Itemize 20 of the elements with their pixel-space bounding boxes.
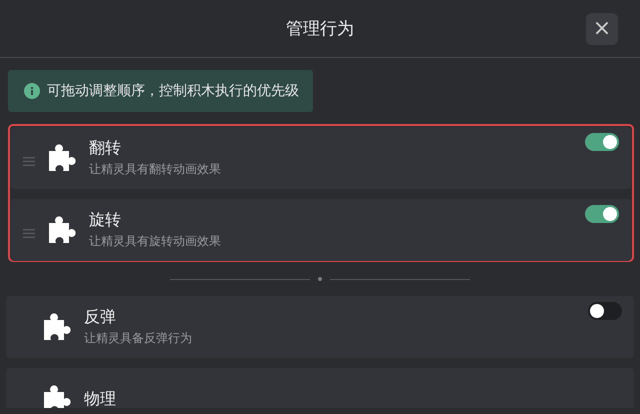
behavior-description: 让精灵具有旋转动画效果 (89, 233, 221, 250)
puzzle-icon (47, 143, 77, 173)
info-icon (24, 83, 40, 99)
behavior-title: 反弹 (84, 307, 116, 328)
drag-handle-icon[interactable] (23, 157, 35, 166)
behavior-title: 翻转 (89, 138, 121, 159)
toggle-switch[interactable] (585, 133, 619, 151)
info-text: 可拖动调整顺序，控制积木执行的优先级 (47, 82, 299, 100)
puzzle-icon (42, 312, 72, 342)
behavior-title: 旋转 (89, 210, 121, 231)
puzzle-icon (42, 384, 72, 408)
toggle-switch[interactable] (585, 205, 619, 223)
drag-handle-icon[interactable] (23, 229, 35, 238)
dialog-title: 管理行为 (286, 18, 354, 40)
behavior-description: 让精灵具有翻转动画效果 (89, 161, 221, 178)
toggle-switch[interactable] (588, 302, 622, 320)
close-button[interactable]: × (586, 13, 618, 45)
behavior-description: 让精灵具备反弹行为 (84, 330, 192, 347)
behavior-title: 物理 (84, 388, 116, 408)
puzzle-icon (47, 215, 77, 245)
